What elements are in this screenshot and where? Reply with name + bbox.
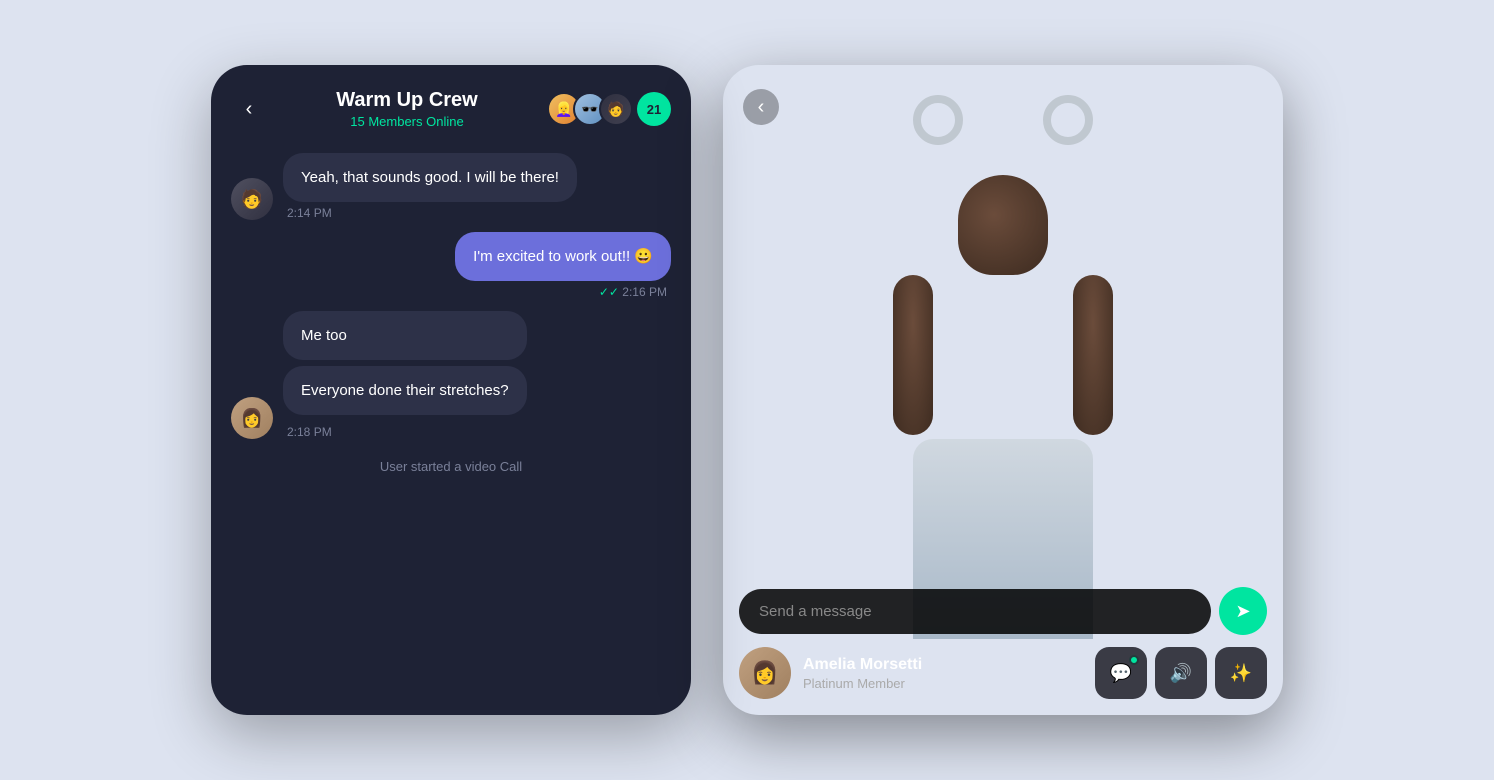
- user-text: Amelia Morsetti Platinum Member: [803, 656, 1083, 691]
- gym-rings: [913, 95, 1093, 145]
- effects-button[interactable]: ✨: [1215, 647, 1267, 699]
- member-avatars: 👱‍♀️ 🕶️ 🧑 21: [547, 92, 671, 126]
- volume-button[interactable]: 🔊: [1155, 647, 1207, 699]
- message-time: 2:18 PM: [283, 425, 527, 439]
- message-row: 👩 Me too Everyone done their stretches? …: [231, 311, 671, 439]
- sender-avatar-2: 👩: [231, 397, 273, 439]
- message-bubble: I'm excited to work out!! 😀: [455, 232, 671, 281]
- chat-header: ‹ Warm Up Crew 15 Members Online 👱‍♀️ 🕶️…: [211, 65, 691, 145]
- message-row: I'm excited to work out!! 😀 ✓✓ 2:16 PM: [231, 232, 671, 299]
- message-bubble-stretches: Everyone done their stretches?: [283, 366, 527, 415]
- member-count-badge: 21: [637, 92, 671, 126]
- message-bubble-metoo: Me too: [283, 311, 527, 360]
- system-message: User started a video Call: [231, 451, 671, 482]
- send-button[interactable]: ➤: [1219, 587, 1267, 635]
- athlete-arm-right: [1073, 275, 1113, 435]
- ring-left: [913, 95, 963, 145]
- user-rank: Platinum Member: [803, 676, 1083, 691]
- message-row: 🧑 Yeah, that sounds good. I will be ther…: [231, 153, 671, 220]
- send-icon: ➤: [1235, 601, 1250, 622]
- message-time: 2:14 PM: [283, 206, 577, 220]
- back-button[interactable]: ‹: [231, 91, 267, 127]
- chat-button[interactable]: 💬: [1095, 647, 1147, 699]
- user-name: Amelia Morsetti: [803, 656, 1083, 674]
- athlete-arm-left: [893, 275, 933, 435]
- message-content: I'm excited to work out!! 😀 ✓✓ 2:16 PM: [455, 232, 671, 299]
- user-avatar: 👩: [739, 647, 791, 699]
- message-content: Me too Everyone done their stretches? 2:…: [283, 311, 527, 439]
- athlete-figure: [883, 175, 1123, 555]
- message-content: Yeah, that sounds good. I will be there!…: [283, 153, 577, 220]
- message-time: ✓✓ 2:16 PM: [455, 285, 671, 299]
- group-name: Warm Up Crew: [279, 89, 535, 112]
- back-button-video[interactable]: ‹: [743, 89, 779, 125]
- read-checkmark: ✓✓: [599, 285, 622, 299]
- member-avatar-3: 🧑: [599, 92, 633, 126]
- video-bottom-controls: Send a message ➤ 👩 Amelia Morsetti Plati…: [723, 571, 1283, 715]
- athlete-head: [958, 175, 1048, 275]
- message-input[interactable]: Send a message: [739, 589, 1211, 634]
- chat-screen: ‹ Warm Up Crew 15 Members Online 👱‍♀️ 🕶️…: [211, 65, 691, 715]
- video-call-screen: ‹ Send a message ➤ 👩 Amelia Morsetti Pla…: [723, 65, 1283, 715]
- user-info-row: 👩 Amelia Morsetti Platinum Member 💬 🔊 ✨: [739, 647, 1267, 699]
- messages-list: 🧑 Yeah, that sounds good. I will be ther…: [211, 145, 691, 715]
- sender-avatar-1: 🧑: [231, 178, 273, 220]
- group-info: Warm Up Crew 15 Members Online: [279, 89, 535, 129]
- message-input-row: Send a message ➤: [739, 587, 1267, 635]
- action-buttons: 💬 🔊 ✨: [1095, 647, 1267, 699]
- notification-dot: [1129, 655, 1139, 665]
- ring-right: [1043, 95, 1093, 145]
- message-bubble: Yeah, that sounds good. I will be there!: [283, 153, 577, 202]
- members-online: 15 Members Online: [279, 114, 535, 129]
